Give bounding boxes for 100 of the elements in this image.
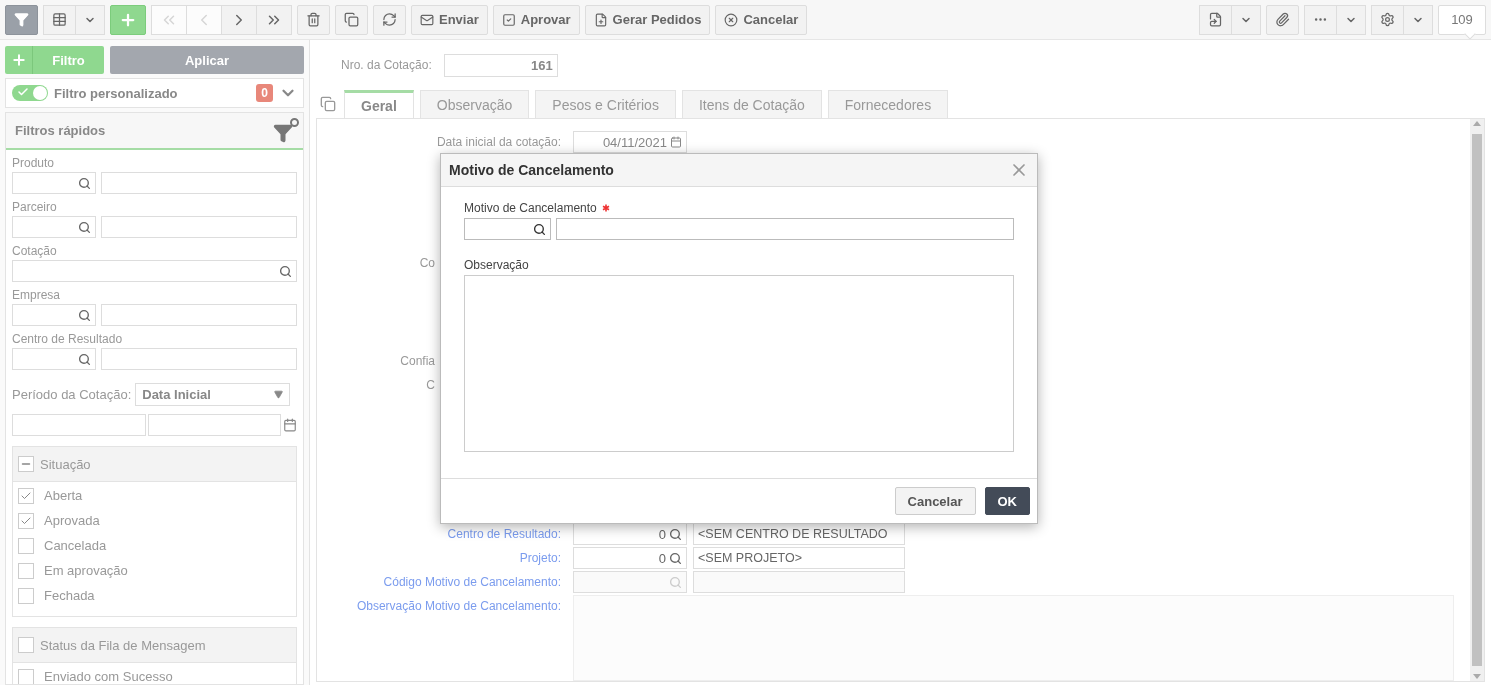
checkbox[interactable] [18,637,34,653]
quote-number-field[interactable]: 161 [443,53,558,77]
toolbar-button[interactable]: Aprovar [492,4,580,35]
check-icon [17,86,29,98]
double-chevron-right-button[interactable] [257,4,292,35]
refresh-button[interactable] [373,4,406,35]
description-field[interactable] [101,172,297,194]
code-field[interactable]: 0 [573,547,687,569]
tab[interactable]: Fornecedores [827,90,949,118]
field-label: Projeto: [519,551,561,565]
checkbox-icon [501,12,516,27]
custom-filter-label: Filtro personalizado [54,85,179,101]
field-label: Cotação [12,244,58,258]
period-select[interactable]: Data Inicial [135,383,291,406]
description-field[interactable]: <SEM CENTRO DE RESULTADO [693,523,905,545]
more-button[interactable] [1304,4,1337,35]
count-badge: 0 [256,84,273,102]
tab[interactable]: Pesos e Critérios [535,90,676,118]
search-icon [78,352,91,366]
checkbox-label: Em aprovação [44,563,128,578]
search-icon [669,575,682,589]
field-label: Confia [400,354,435,368]
date-field[interactable]: 04/11/2021 [573,131,687,153]
tab[interactable]: Observação [419,90,530,118]
filter-button[interactable] [5,4,38,35]
description-field[interactable]: <SEM PROJETO> [693,547,905,569]
search-icon [669,527,682,541]
field-label: Motivo de Cancelamento [464,201,597,215]
filter-clear-icon[interactable] [273,117,299,144]
attachment-button[interactable] [1266,4,1299,35]
grid-view-button[interactable] [43,4,76,35]
date-field[interactable] [12,414,146,436]
code-field[interactable] [12,348,96,370]
toggle-switch[interactable] [12,85,48,101]
search-icon [669,551,682,565]
search-field[interactable] [12,260,297,282]
toolbar-button[interactable]: Gerar Pedidos [584,4,711,35]
description-field[interactable] [101,348,297,370]
toolbar-button[interactable]: Enviar [411,4,488,35]
code-field[interactable] [464,218,551,240]
copy-icon [320,96,336,112]
code-field[interactable] [12,304,96,326]
plus-icon [10,52,27,68]
dropdown-button[interactable] [1337,4,1366,35]
field-label: C [426,378,435,392]
search-icon [78,176,91,190]
description-field[interactable] [101,216,297,238]
description-field[interactable] [556,218,1014,240]
field-label: Empresa [12,288,62,302]
checkbox[interactable] [18,562,34,579]
delete-button[interactable] [297,4,330,35]
checkbox-label: Aprovada [44,513,100,528]
paperclip-icon [1275,12,1290,27]
settings-icon [1380,12,1395,27]
checkbox[interactable] [18,512,34,529]
scrollbar[interactable] [1470,119,1484,681]
dialog-title: Motivo de Cancelamento [449,162,614,178]
field-label: Período da Cotação: [12,387,132,402]
tab[interactable]: Itens de Cotação [681,90,822,118]
copy-icon [344,12,359,27]
field-label: Centro de Resultado: [447,527,561,541]
table-icon [52,12,67,27]
x-circle-icon [724,12,739,27]
checkbox-label: Fechada [44,588,95,603]
search-icon [279,264,292,278]
date-field[interactable] [147,414,281,436]
checkbox-label: Enviado com Sucesso [44,669,173,684]
export-button[interactable] [1199,4,1232,35]
checkbox-label: Cancelada [44,538,107,553]
field-label: Parceiro [12,200,58,214]
field-label: Observação [464,258,529,272]
checkbox[interactable] [18,537,34,554]
code-field[interactable] [12,172,96,194]
calendar-icon [670,136,682,148]
search-icon [78,220,91,234]
code-field[interactable]: 0 [573,523,687,545]
panel-title: Filtros rápidos [15,123,106,138]
copy-button[interactable] [335,4,368,35]
checkbox[interactable] [18,487,34,504]
tab[interactable]: Geral [344,90,414,119]
toolbar-button[interactable]: Cancelar [715,4,808,35]
settings-button[interactable] [1371,4,1404,35]
ok-button[interactable]: OK [984,487,1030,515]
checkbox[interactable] [18,668,34,684]
description-field[interactable] [693,571,905,593]
add-button[interactable] [110,4,146,35]
document-arrow-icon [1208,12,1223,27]
checkbox[interactable] [18,456,34,472]
code-field[interactable] [12,216,96,238]
field-label: Nro. da Cotação: [341,58,432,72]
envelope-icon [420,12,434,27]
field-label: Produto [12,156,56,170]
text-area[interactable] [464,275,1014,452]
trash-icon [306,12,321,27]
cancel-button[interactable]: Cancelar [894,487,976,515]
field-label: Código Motivo de Cancelamento: [383,575,561,589]
description-field[interactable] [101,304,297,326]
checkbox[interactable] [18,587,34,604]
field-label: Co [419,256,435,270]
search-icon [533,222,546,236]
